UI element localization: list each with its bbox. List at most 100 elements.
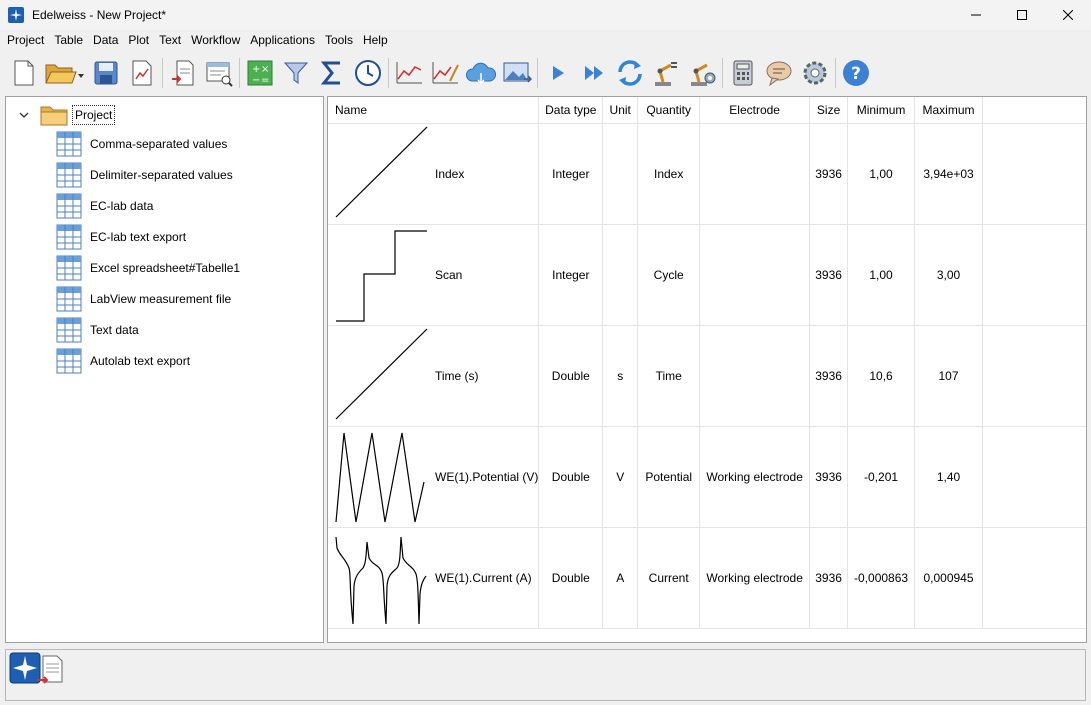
tree-item[interactable]: Delimiter-separated values [56,161,233,189]
import-workflow-icon[interactable] [9,652,67,686]
cell-quantity[interactable]: Current [637,527,701,629]
clock-button[interactable] [350,54,386,92]
cell-electrode[interactable] [699,224,811,326]
minimize-button[interactable] [953,0,999,30]
maximize-button[interactable] [999,0,1045,30]
project-tree[interactable]: Project Comma-separated values Delimiter-… [5,96,324,643]
preview-button[interactable] [201,54,237,92]
menu-project[interactable]: Project [2,30,49,50]
line-chart-edit-button[interactable] [427,54,463,92]
cell-maximum[interactable]: 3,94e+03 [914,123,983,225]
cell-unit[interactable]: A [602,527,639,629]
cell-size[interactable]: 3936 [809,527,849,629]
image-button[interactable] [499,54,535,92]
cell-name[interactable]: WE(1).Potential (V) [328,426,540,528]
cell-quantity[interactable]: Cycle [637,224,701,326]
tree-item[interactable]: EC-lab text export [56,223,186,251]
close-button[interactable] [1045,0,1091,30]
cell-size[interactable]: 3936 [809,325,849,427]
column-header-quantity[interactable]: Quantity [637,97,701,124]
cell-maximum[interactable]: 3,00 [914,224,983,326]
cell-data-type[interactable]: Double [538,325,604,427]
tree-item[interactable]: Autolab text export [56,347,190,375]
table-row[interactable]: Time (s) Double s Time 3936 10,6 107 [328,325,1086,427]
fast-forward-button[interactable] [576,54,612,92]
cell-maximum[interactable]: 0,000945 [914,527,983,629]
table-row[interactable]: WE(1).Potential (V) Double V Potential Worki… [328,426,1086,528]
cell-maximum[interactable]: 107 [914,325,983,427]
menu-data[interactable]: Data [88,30,123,50]
open-folder-button[interactable] [42,54,88,92]
cell-electrode[interactable]: Working electrode [699,426,811,528]
cell-minimum[interactable]: 10,6 [847,325,916,427]
tree-item[interactable]: Text data [56,316,139,344]
tree-item[interactable]: Excel spreadsheet#Tabelle1 [56,254,240,282]
menu-tools[interactable]: Tools [320,30,358,50]
cell-data-type[interactable]: Double [538,426,604,528]
filter-button[interactable] [278,54,314,92]
chat-button[interactable] [761,54,797,92]
cell-minimum[interactable]: 1,00 [847,123,916,225]
cell-minimum[interactable]: 1,00 [847,224,916,326]
cell-minimum[interactable]: -0,000863 [847,527,916,629]
tree-item[interactable]: Comma-separated values [56,130,227,158]
menu-help[interactable]: Help [358,30,393,50]
column-header-size[interactable]: Size [809,97,849,124]
cell-quantity[interactable]: Time [637,325,701,427]
refresh-button[interactable] [612,54,648,92]
tree-item[interactable]: EC-lab data [56,192,153,220]
cell-name[interactable]: Scan [328,224,540,326]
menu-plot[interactable]: Plot [123,30,154,50]
cell-quantity[interactable]: Potential [637,426,701,528]
cell-size[interactable]: 3936 [809,123,849,225]
robot-arm-settings-button[interactable] [684,54,720,92]
cell-unit[interactable] [602,123,639,225]
table-row[interactable]: Scan Integer Cycle 3936 1,00 3,00 [328,224,1086,326]
menu-text[interactable]: Text [154,30,186,50]
calculator-button[interactable] [725,54,761,92]
chevron-down-icon[interactable] [18,109,30,121]
data-table-panel[interactable]: Name Data type Unit Quantity Electrode S… [327,96,1087,643]
play-button[interactable] [540,54,576,92]
cell-quantity[interactable]: Index [637,123,701,225]
help-button[interactable]: ? [838,54,874,92]
cell-electrode[interactable]: Working electrode [699,527,811,629]
cell-name[interactable]: Index [328,123,540,225]
calculator-table-button[interactable]: + × − = [242,54,278,92]
cell-electrode[interactable] [699,123,811,225]
cell-name[interactable]: Time (s) [328,325,540,427]
menu-workflow[interactable]: Workflow [186,30,245,50]
cell-size[interactable]: 3936 [809,426,849,528]
cell-unit[interactable]: s [602,325,639,427]
cell-minimum[interactable]: -0,201 [847,426,916,528]
tree-root-project[interactable]: Project [18,100,116,130]
new-file-button[interactable] [6,54,42,92]
cell-unit[interactable]: V [602,426,639,528]
column-header-electrode[interactable]: Electrode [699,97,811,124]
settings-button[interactable] [797,54,833,92]
cell-name[interactable]: WE(1).Current (A) [328,527,540,629]
table-row[interactable]: WE(1).Current (A) Double A Current Working e… [328,527,1086,629]
sum-button[interactable] [314,54,350,92]
cell-data-type[interactable]: Double [538,527,604,629]
menu-table[interactable]: Table [49,30,88,50]
save-button[interactable] [88,54,124,92]
cell-electrode[interactable] [699,325,811,427]
table-row[interactable]: Index Integer Index 3936 1,00 3,94e+03 [328,123,1086,225]
cell-maximum[interactable]: 1,40 [914,426,983,528]
column-header-data-type[interactable]: Data type [538,97,604,124]
cell-unit[interactable] [602,224,639,326]
tree-item[interactable]: LabView measurement file [56,285,231,313]
cloud-button[interactable] [463,54,499,92]
line-chart-button[interactable] [391,54,427,92]
cell-size[interactable]: 3936 [809,224,849,326]
column-header-unit[interactable]: Unit [602,97,639,124]
import-button[interactable] [165,54,201,92]
cell-data-type[interactable]: Integer [538,224,604,326]
column-header-name[interactable]: Name [328,97,540,124]
export-plot-button[interactable] [124,54,160,92]
column-header-minimum[interactable]: Minimum [847,97,916,124]
cell-data-type[interactable]: Integer [538,123,604,225]
column-header-maximum[interactable]: Maximum [914,97,983,124]
robot-arm-button[interactable] [648,54,684,92]
